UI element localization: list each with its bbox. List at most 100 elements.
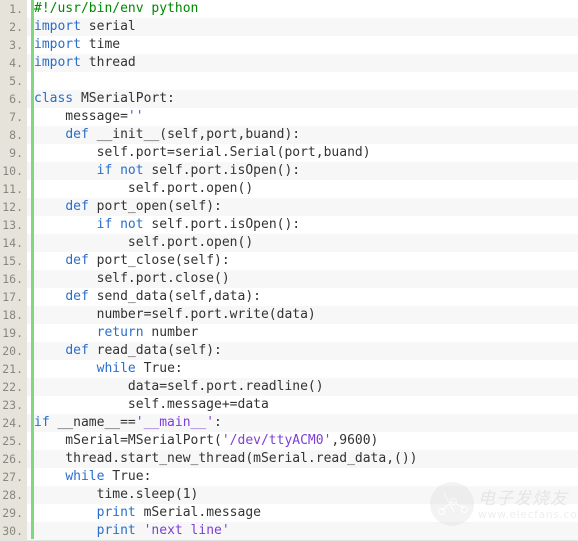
code-line[interactable]: 26. thread.start_new_thread(mSerial.read… — [0, 450, 578, 468]
token-plain: data=self.port.readline() — [34, 379, 324, 394]
line-number: 6. — [0, 90, 27, 108]
token-plain: MSerialPort: — [73, 91, 175, 106]
code-line[interactable]: 25. mSerial=MSerialPort('/dev/ttyACM0',9… — [0, 432, 578, 450]
code-line[interactable]: 4. import thread — [0, 54, 578, 72]
token-plain: time.sleep(1) — [34, 487, 199, 502]
line-content: data=self.port.readline() — [34, 378, 324, 396]
token-keyword: def — [65, 289, 89, 304]
line-number: 14. — [0, 234, 27, 252]
token-plain: message= — [34, 109, 128, 124]
token-string: 'next line' — [143, 523, 230, 538]
code-line[interactable]: 16. self.port.close() — [0, 270, 578, 288]
line-number: 8. — [0, 126, 27, 144]
code-line[interactable]: 8. def __init__(self,port,buand): — [0, 126, 578, 144]
line-number: 1. — [0, 0, 27, 18]
token-plain: send_data(self,data): — [88, 289, 261, 304]
line-content: def port_close(self): — [34, 252, 229, 270]
code-line[interactable]: 23. self.message+=data — [0, 396, 578, 414]
token-plain: number=self.port.write(data) — [34, 307, 316, 322]
code-line[interactable]: 3. import time — [0, 36, 578, 54]
code-line[interactable]: 6. class MSerialPort: — [0, 90, 578, 108]
line-content: message='' — [34, 108, 144, 126]
token-plain: True: — [135, 361, 183, 376]
code-line[interactable]: 13. if not self.port.isOpen(): — [0, 216, 578, 234]
line-number: 21. — [0, 360, 27, 378]
code-line[interactable]: 2. import serial — [0, 18, 578, 36]
line-content: self.port.open() — [34, 180, 253, 198]
token-plain: : — [214, 415, 222, 430]
line-content: return number — [34, 324, 199, 342]
token-keyword: print — [96, 523, 136, 538]
line-number: 2. — [0, 18, 27, 36]
token-keyword: def — [65, 199, 89, 214]
line-content: #!/usr/bin/env python — [34, 0, 198, 18]
code-line[interactable]: 29. print mSerial.message — [0, 504, 578, 522]
token-string: '' — [127, 109, 144, 124]
code-line[interactable]: 27. while True: — [0, 468, 578, 486]
code-line[interactable]: 22. data=self.port.readline() — [0, 378, 578, 396]
code-line[interactable]: 7. message='' — [0, 108, 578, 126]
code-line[interactable]: 20. def read_data(self): — [0, 342, 578, 360]
code-line[interactable]: 19. return number — [0, 324, 578, 342]
code-line[interactable]: 1. #!/usr/bin/env python — [0, 0, 578, 18]
code-line[interactable]: 9. self.port=serial.Serial(port,buand) — [0, 144, 578, 162]
token-string: '/dev/ttyACM0' — [221, 433, 332, 448]
code-line[interactable]: 14. self.port.open() — [0, 234, 578, 252]
token-keyword: import — [34, 55, 81, 70]
code-line[interactable]: 21. while True: — [0, 360, 578, 378]
token-plain: port_open(self): — [88, 199, 222, 214]
line-number: 10. — [0, 162, 27, 180]
line-content: if not self.port.isOpen(): — [34, 216, 301, 234]
line-number: 13. — [0, 216, 27, 234]
code-line[interactable]: 15. def port_close(self): — [0, 252, 578, 270]
line-content: time.sleep(1) — [34, 486, 199, 504]
code-line[interactable]: 10. if not self.port.isOpen(): — [0, 162, 578, 180]
token-plain: True: — [104, 469, 152, 484]
token-keyword: import — [34, 37, 81, 52]
line-content: print 'next line' — [34, 522, 230, 540]
line-content: mSerial=MSerialPort('/dev/ttyACM0',9600) — [34, 432, 378, 450]
code-line[interactable]: 24. if __name__=='__main__': — [0, 414, 578, 432]
code-line[interactable]: 28. time.sleep(1) — [0, 486, 578, 504]
token-plain: ,9600) — [331, 433, 379, 448]
line-number: 19. — [0, 324, 27, 342]
line-content: number=self.port.write(data) — [34, 306, 316, 324]
token-plain: self.port.close() — [34, 271, 230, 286]
token-plain: __init__(self,port,buand): — [88, 127, 301, 142]
line-number: 7. — [0, 108, 27, 126]
code-line[interactable]: 11. self.port.open() — [0, 180, 578, 198]
token-plain: thread — [80, 55, 136, 70]
code-line[interactable]: 12. def port_open(self): — [0, 198, 578, 216]
line-content: if __name__=='__main__': — [34, 414, 222, 432]
line-content: thread.start_new_thread(mSerial.read_dat… — [34, 450, 418, 468]
code-line[interactable]: 18. number=self.port.write(data) — [0, 306, 578, 324]
token-plain: thread.start_new_thread(mSerial.read_dat… — [34, 451, 418, 466]
code-line[interactable]: 17. def send_data(self,data): — [0, 288, 578, 306]
token-plain: time — [80, 37, 121, 52]
code-line[interactable]: 5. — [0, 72, 578, 90]
code-lines-container[interactable]: 1. #!/usr/bin/env python 2. import serial 3.… — [0, 0, 578, 540]
line-number: 28. — [0, 486, 27, 504]
token-keyword: if not — [96, 217, 144, 232]
token-plain: __name__== — [49, 415, 136, 430]
token-keyword: return — [96, 325, 144, 340]
line-number: 16. — [0, 270, 27, 288]
code-line[interactable]: 30. print 'next line' — [0, 522, 578, 540]
gutter-separator-rule — [31, 0, 34, 539]
line-content: while True: — [34, 468, 151, 486]
token-plain: self.port=serial.Serial(port,buand) — [34, 145, 371, 160]
line-number: 30. — [0, 522, 27, 540]
line-content: def read_data(self): — [34, 342, 222, 360]
line-number: 11. — [0, 180, 27, 198]
line-number: 18. — [0, 306, 27, 324]
token-plain: serial — [80, 19, 136, 34]
line-number: 3. — [0, 36, 27, 54]
line-content: import serial — [34, 18, 136, 36]
token-comment: #!/usr/bin/env python — [34, 1, 199, 16]
token-keyword: while — [65, 469, 105, 484]
